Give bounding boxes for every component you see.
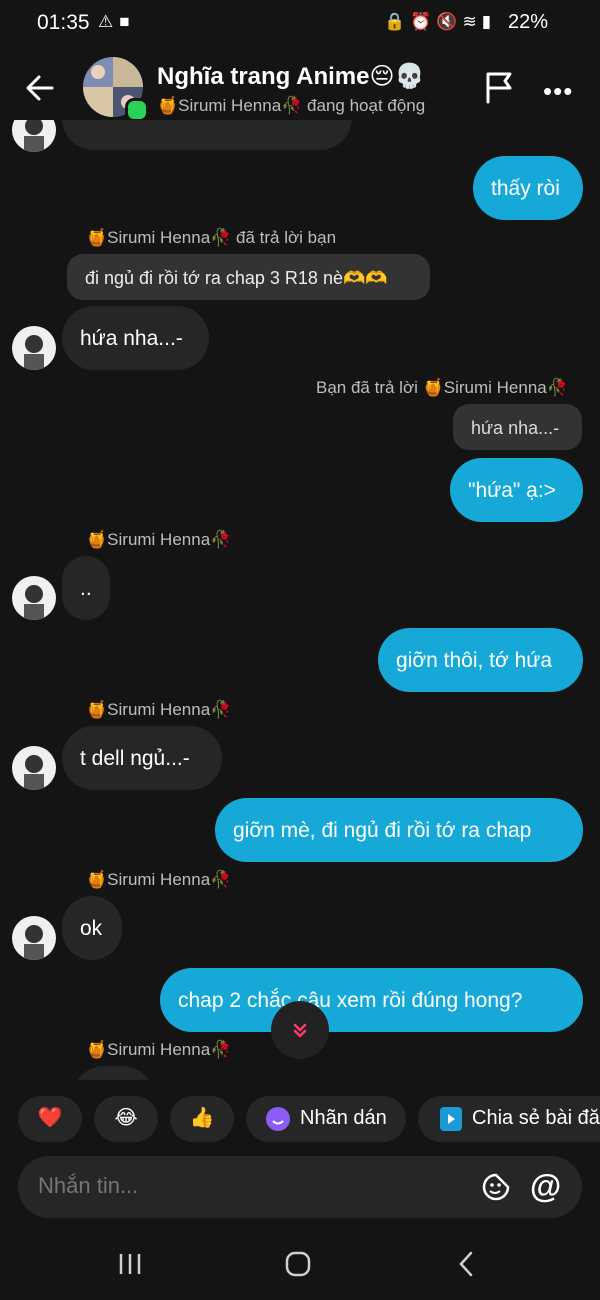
sender-name: 🍯Sirumi Henna🥀 [86,700,232,719]
sticker-picker-button[interactable] [480,1171,512,1203]
message-partial-top[interactable] [62,120,352,150]
sender-name: 🍯Sirumi Henna🥀 [86,1040,232,1059]
message-bubble[interactable]: giỡn mè, đi ngủ đi rồi tớ ra chap [215,798,583,862]
avatar-image [24,925,44,960]
sticker-label: Nhãn dán [300,1107,387,1129]
sticker-button[interactable]: Nhãn dán [246,1096,406,1142]
avatar-image [24,585,44,620]
scroll-to-bottom-button[interactable] [271,1001,329,1059]
avatar[interactable] [12,120,56,152]
avatar-image [24,335,44,370]
share-post-icon [440,1107,462,1131]
lock-icon: 🔒 [384,12,411,31]
share-post-label: Chia sẻ bài đă [472,1107,600,1129]
arrow-left-icon [26,75,54,101]
system-back-button[interactable] [455,1250,477,1283]
reaction-laugh-button[interactable]: 😂 [94,1096,158,1142]
recent-apps-icon [119,1254,141,1274]
reply-quote[interactable]: hứa nha...- [453,404,582,450]
message-bubble[interactable]: t dell ngủ...- [62,726,222,790]
avatar-image [24,755,44,790]
message-input[interactable] [36,1172,460,1200]
alarm-icon: ⏰ [410,12,437,31]
home-button[interactable] [284,1250,312,1283]
status-time: 01:35 [37,11,90,34]
reaction-heart-button[interactable]: ❤️ [18,1096,82,1142]
chat-title[interactable]: Nghĩa trang Anime😔💀 [157,62,424,91]
chat-subtitle: 🍯Sirumi Henna🥀 đang hoạt động [157,96,426,115]
thumbs-up-icon: 👍 [189,1107,215,1129]
warning-icon: ⚠ [98,12,120,31]
avatar[interactable] [12,326,56,370]
reply-label: Bạn đã trả lời 🍯Sirumi Henna🥀 [316,378,568,397]
message-bubble[interactable]: giỡn thôi, tớ hứa [378,628,583,692]
message-bubble[interactable]: ok [62,896,122,960]
heart-icon: ❤️ [37,1107,63,1129]
report-button[interactable] [484,70,516,109]
reply-quote[interactable]: đi ngủ đi rồi tớ ra chap 3 R18 nè🫶🫶 [67,254,430,300]
avatar[interactable] [12,746,56,790]
sender-name: 🍯Sirumi Henna🥀 [86,870,232,889]
wifi-icon: ≋ [462,12,482,31]
signal-icon: ▮ [481,12,497,31]
avatar[interactable] [12,916,56,960]
avatar-image [24,120,44,152]
battery-level: 22% [508,11,549,33]
chevron-left-icon [459,1251,473,1277]
message-partial-bottom[interactable] [72,1066,154,1080]
sticker-smile-icon [482,1173,510,1201]
double-chevron-down-icon [293,1023,307,1038]
video-icon: ■ [119,12,136,31]
reaction-thumbs-up-button[interactable]: 👍 [170,1096,234,1142]
message-bubble[interactable]: .. [62,556,110,620]
message-bubble[interactable]: thấy ròi [473,156,583,220]
status-left-icons: ⚠■ [98,12,136,32]
online-status-dot [125,98,149,122]
message-bubble[interactable]: "hứa" ạ:> [450,458,583,522]
reply-label: 🍯Sirumi Henna🥀 đã trả lời bạn [86,228,337,247]
sticker-icon [266,1107,290,1131]
share-post-button[interactable]: Chia sẻ bài đă [418,1096,600,1142]
more-icon: ••• [543,76,574,106]
status-right-icons: 🔒⏰🔇≋▮ [384,12,496,32]
message-list[interactable]: thấy ròi 🍯Sirumi Henna🥀 đã trả lời bạn đ… [0,120,600,1080]
message-composer: @ [18,1156,582,1218]
system-nav-bar [0,1232,600,1300]
recent-apps-button[interactable] [118,1252,142,1281]
back-button[interactable] [22,70,58,106]
mention-button[interactable]: @ [530,1168,566,1204]
mute-icon: 🔇 [436,12,463,31]
more-options-button[interactable]: ••• [543,76,573,107]
status-bar: 01:35 ⚠■ 🔒⏰🔇≋▮ 22% [0,0,600,48]
message-bubble[interactable]: hứa nha...- [62,306,209,370]
sender-name: 🍯Sirumi Henna🥀 [86,530,232,549]
avatar[interactable] [12,576,56,620]
laugh-emoji-icon: 😂 [114,1107,138,1129]
message-bubble[interactable]: chap 2 chắc cậu xem rồi đúng hong? [160,968,583,1032]
home-icon [285,1251,311,1277]
at-sign-icon: @ [530,1168,562,1204]
flag-icon [486,72,512,104]
